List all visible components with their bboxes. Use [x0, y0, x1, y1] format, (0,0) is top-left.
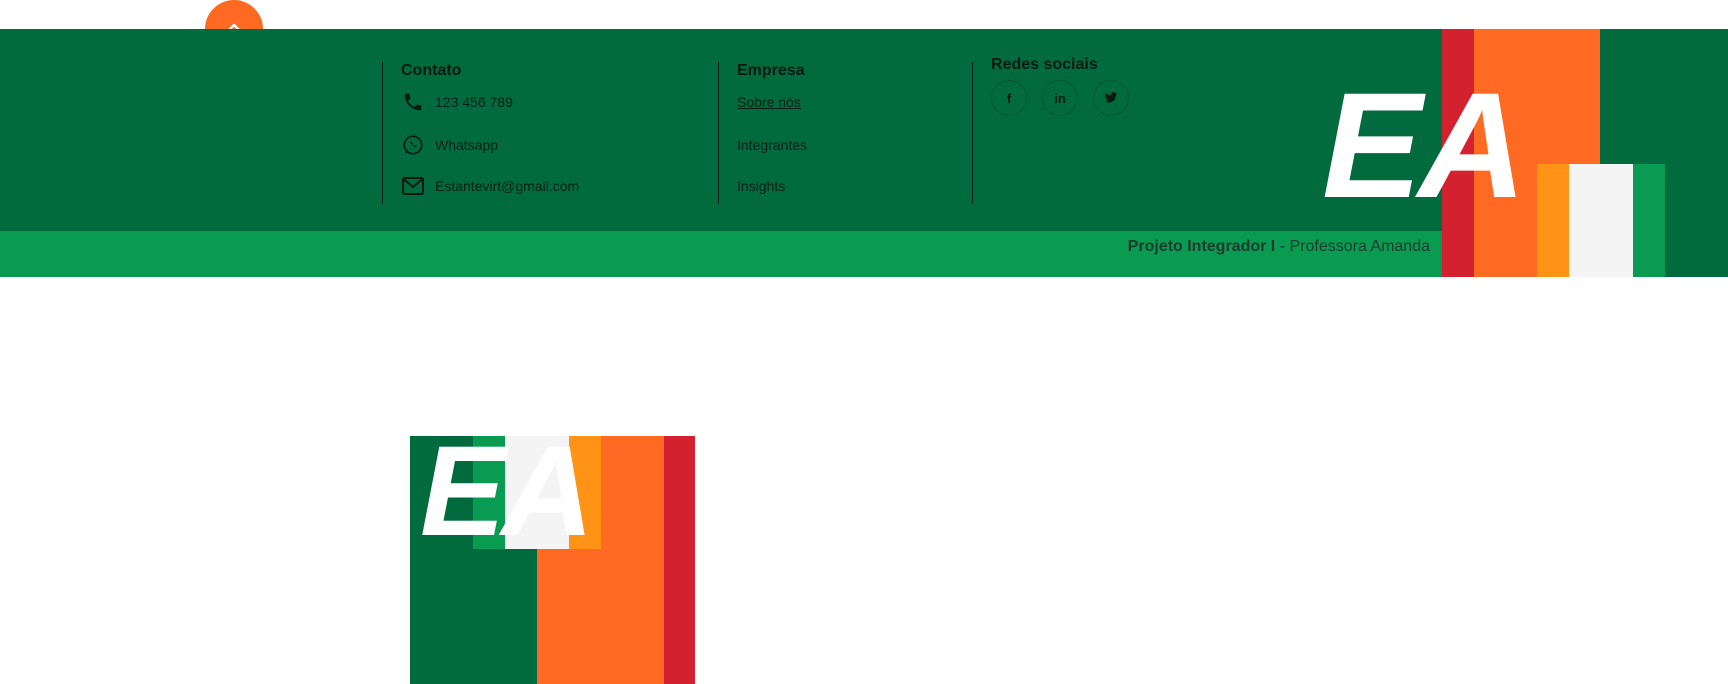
- logo-stripe-green: [1633, 164, 1665, 277]
- contact-column: Contato 123 456 789 Whatsapp Estantevirt…: [382, 62, 693, 204]
- social-icons: f in: [991, 80, 1129, 116]
- twitter-icon[interactable]: [1093, 80, 1129, 116]
- contact-whatsapp[interactable]: Whatsapp: [401, 133, 498, 157]
- link-integrantes[interactable]: Integrantes: [737, 137, 807, 153]
- contact-email-label: Estantevirt@gmail.com: [435, 178, 580, 194]
- hero-logo-text: EA: [420, 436, 594, 563]
- contact-phone-label: 123 456 789: [435, 94, 513, 110]
- contact-phone[interactable]: 123 456 789: [401, 90, 513, 114]
- phone-icon: [401, 90, 425, 114]
- footer-credits: Projeto Integrador I - Professora Amanda: [1128, 238, 1430, 256]
- logo-stripe-white: [1569, 164, 1633, 277]
- logo-stripe-amber: [1537, 164, 1569, 277]
- contact-title: Contato: [401, 62, 462, 79]
- whatsapp-icon: [401, 133, 425, 157]
- link-insights[interactable]: Insights: [737, 178, 785, 194]
- footer-logo-text: EA: [1322, 61, 1526, 229]
- company-column: Empresa Sobre nós Integrantes Insights: [718, 62, 969, 204]
- logo-stripe-darkgreen: [1665, 164, 1728, 277]
- linkedin-icon[interactable]: in: [1042, 80, 1078, 116]
- contact-whatsapp-label: Whatsapp: [435, 137, 499, 153]
- link-sobre-nos[interactable]: Sobre nós: [737, 94, 801, 110]
- hero-logo: EA: [410, 436, 695, 684]
- hero-stripe-red: [664, 436, 695, 684]
- social-title: Redes sociais: [991, 56, 1098, 73]
- credits-professor: - Professora Amanda: [1275, 238, 1430, 255]
- company-title: Empresa: [737, 62, 805, 79]
- facebook-icon[interactable]: f: [991, 80, 1027, 116]
- credits-project: Projeto Integrador I: [1127, 238, 1276, 255]
- social-column: Redes sociais f in: [972, 56, 1233, 204]
- contact-email[interactable]: Estantevirt@gmail.com: [401, 174, 579, 198]
- mail-icon: [401, 174, 425, 198]
